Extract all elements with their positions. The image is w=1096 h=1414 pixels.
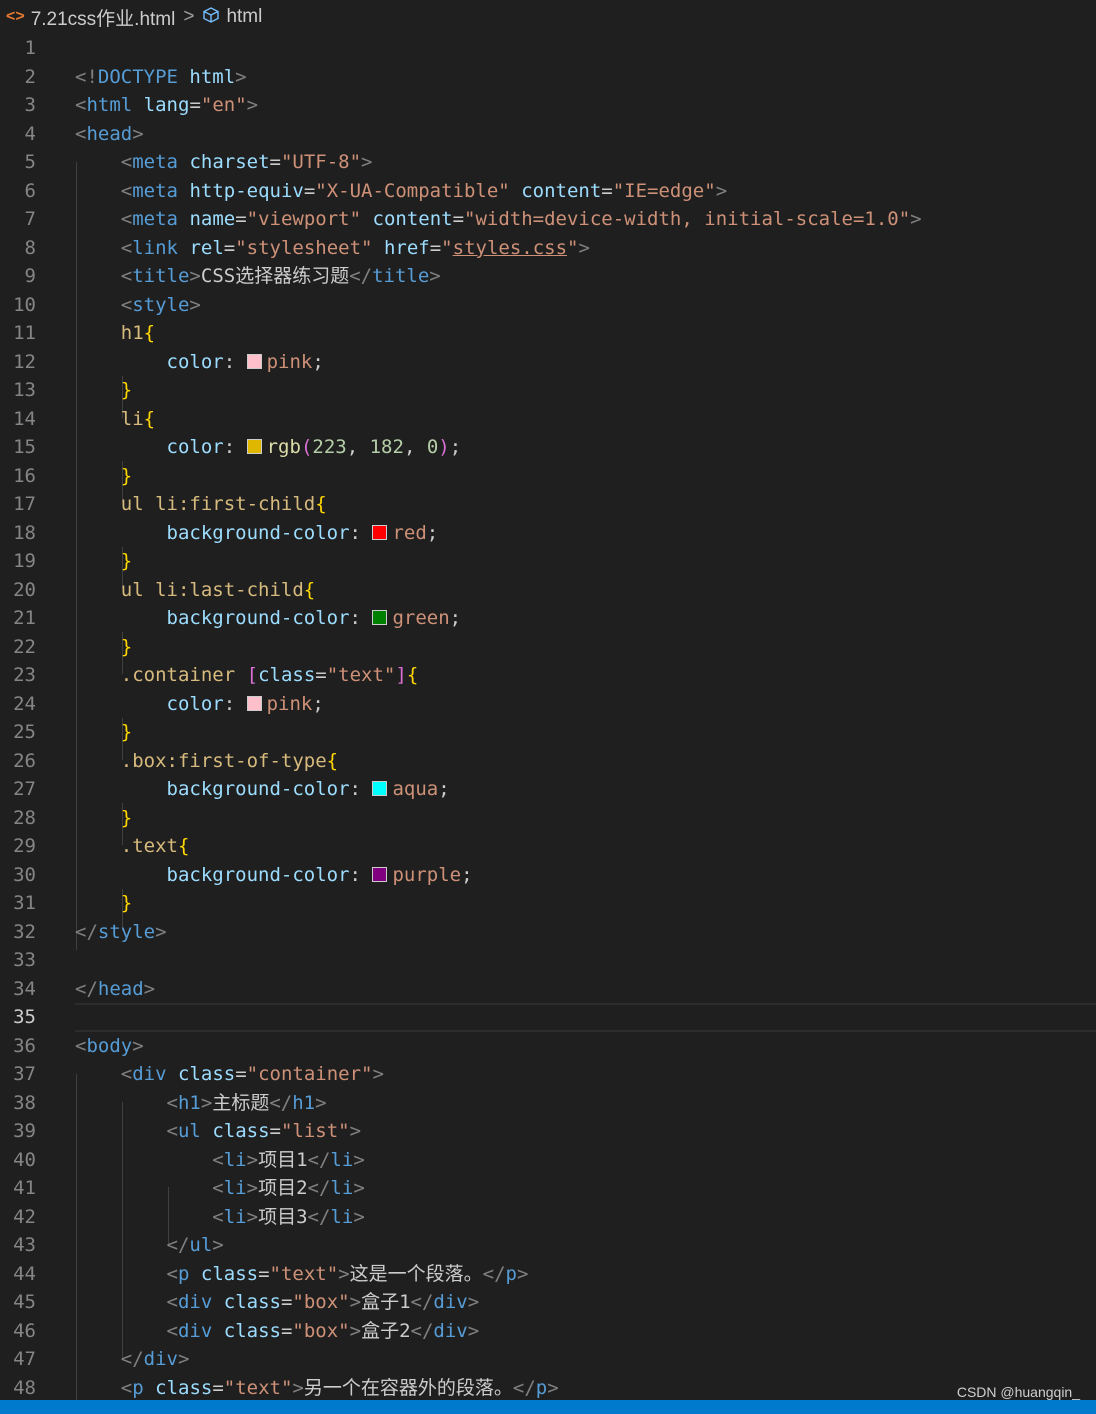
current-line[interactable]: 35 [0,1003,1096,1032]
code-line: 23 .container [class="text"]{ [13,664,419,686]
color-swatch[interactable] [246,439,262,454]
code-line: 27 background-color: aqua; [13,778,450,800]
code-line: 10 <style> [13,293,201,316]
code-line: 8 <link rel="stylesheet" href="styles.cs… [24,236,590,259]
code-line: 2 <!DOCTYPE html> [24,65,247,88]
color-swatch[interactable] [372,524,388,540]
code-line: 40 <li>项目1</li> [13,1148,365,1171]
code-line: 14 li{ [13,407,156,430]
code-line: 46 <div class="box">盒子2</div> [13,1319,480,1342]
code-line: 5 <meta charset="UTF-8"> [24,151,373,173]
code-line: 42 <li>项目3</li> [13,1205,365,1228]
code-line: 6 <meta http-equiv="X-UA-Compatible" con… [24,179,728,202]
code-line: 22 } [13,635,133,658]
color-swatch[interactable] [246,695,262,711]
code-line: 41 <li>项目2</li> [13,1177,365,1199]
color-swatch[interactable] [372,866,388,882]
code-line: 43 </ul> [13,1234,224,1256]
code-line: 28 } [13,806,133,829]
code-line: 24 color: pink; [13,692,324,715]
code-line: 32 </style> [13,920,167,943]
code-line: 39 <ul class="list"> [13,1120,362,1142]
breadcrumb-separator: > [183,6,195,27]
code-line: 4 <head> [24,122,144,145]
html-file-icon: <> [6,8,25,25]
code-line: 29 .text{ [13,835,190,857]
color-swatch[interactable] [372,610,388,625]
breadcrumb-file[interactable]: 7.21css作业.html [31,4,176,31]
code-line: 21 background-color: green; [13,607,462,629]
code-line: 48 <p class="text">另一个在容器外的段落。</p> [13,1376,559,1399]
code-line: 37 <div class="container"> [13,1063,384,1085]
code-line: 18 background-color: red; [13,521,439,544]
code-line: 12 color: pink; [13,350,324,373]
code-editor[interactable]: 1 2 <!DOCTYPE html> 3 <html lang="en"> 4 <h… [0,34,1096,1414]
breadcrumb-symbol[interactable]: html [226,6,262,28]
code-line: 38 <h1>主标题</h1> [13,1091,327,1114]
code-line: 13 } [13,379,133,401]
code-line: 1 [24,37,36,59]
code-line: 44 <p class="text">这是一个段落。</p> [13,1262,529,1285]
code-line: 33 [13,949,36,971]
code-line: 3 <html lang="en"> [24,94,259,116]
code-line: 26 .box:first-of-type{ [13,749,339,772]
color-swatch[interactable] [372,781,388,796]
code-line: 17 ul li:first-child{ [13,493,327,515]
code-line: 11 h1{ [13,322,156,344]
code-line: 16 } [13,464,133,487]
code-line: 30 background-color: purple; [13,863,473,886]
color-swatch[interactable] [246,353,262,369]
code-line: 20 ul li:last-child{ [13,578,316,601]
code-line: 7 <meta name="viewport" content="width=d… [24,208,922,230]
code-line: 25 } [13,721,133,743]
code-line: 36 <body> [13,1034,144,1057]
code-line: 19 } [13,550,133,572]
status-bar [0,1400,1096,1414]
watermark: CSDN @huangqin_ [956,1384,1080,1400]
code-line: 9 <title>CSS选择器练习题</title> [24,265,441,287]
code-line: 47 </div> [13,1348,190,1370]
code-line: 34 </head> [13,977,156,1000]
code-line: 45 <div class="box">盒子1</div> [13,1291,480,1313]
cube-icon [202,6,220,29]
code-line: 15 color: rgb(223, 182, 0); [13,436,462,458]
code-line: 31 } [13,892,133,914]
breadcrumb: <> 7.21css作业.html > html [0,0,1096,34]
stylesheet-link[interactable]: styles.css [453,237,567,259]
